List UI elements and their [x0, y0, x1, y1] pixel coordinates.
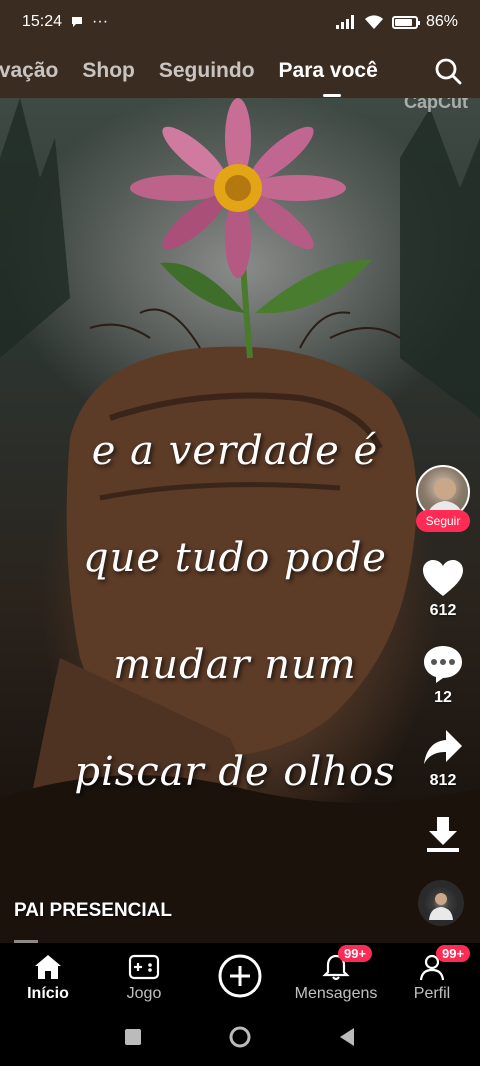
home-circle-icon[interactable] [228, 1025, 252, 1049]
video-player[interactable]: CapCut e a verdade é que tudo pode mudar… [0, 98, 480, 943]
wifi-icon [364, 15, 383, 29]
home-icon [35, 955, 61, 979]
comment-button[interactable]: 12 [418, 643, 468, 707]
capcut-watermark: CapCut [404, 98, 468, 112]
caption-line-3: mudar num [113, 642, 357, 688]
tab-shop[interactable]: Shop [82, 59, 135, 83]
nav-messages-label: Mensagens [294, 985, 378, 1002]
gamepad-icon [128, 954, 160, 980]
system-nav-bar [0, 1008, 480, 1066]
comment-icon [424, 646, 462, 683]
status-time: 15:24 [22, 13, 63, 30]
create-plus-icon [218, 954, 262, 998]
nav-profile-label: Perfil [413, 985, 451, 1002]
profile-badge: 99+ [436, 945, 471, 962]
bottom-nav: Início Jogo 99+ Mensagens 99+ Perfil [0, 943, 480, 1008]
like-count: 612 [429, 602, 457, 619]
chat-bubble-icon [72, 17, 83, 27]
nav-home-label: Início [27, 985, 69, 1002]
video-artwork [0, 98, 480, 943]
notification-dots: ··· [92, 13, 109, 30]
status-bar: 15:24 ··· 86% [0, 0, 480, 44]
nav-games[interactable]: Jogo [96, 943, 192, 1008]
author-name[interactable]: PAI PRESENCIAL [14, 900, 172, 922]
nav-create[interactable] [192, 943, 288, 1008]
like-button[interactable]: 612 [418, 558, 468, 620]
share-count: 812 [429, 772, 457, 789]
tab-ativacao[interactable]: tivação [0, 59, 58, 83]
nav-messages[interactable]: 99+ Mensagens [288, 943, 384, 1008]
nav-games-label: Jogo [126, 985, 162, 1002]
top-nav: tivação Shop Seguindo Para você [0, 44, 480, 98]
back-triangle-icon[interactable] [338, 1027, 356, 1047]
download-icon [427, 817, 459, 852]
share-arrow-icon [424, 730, 462, 764]
music-disc-avatar [429, 893, 453, 920]
nav-profile[interactable]: 99+ Perfil [384, 943, 480, 1008]
recents-square-icon[interactable] [124, 1028, 142, 1046]
signal-icon [335, 15, 354, 29]
heart-icon [423, 560, 463, 596]
battery-icon [391, 15, 420, 29]
caption-line-1: e a verdade é [91, 428, 379, 474]
download-button[interactable] [418, 815, 468, 859]
nav-home[interactable]: Início [0, 943, 96, 1008]
tab-seguindo[interactable]: Seguindo [159, 59, 255, 83]
caption-line-4: piscar de olhos [74, 749, 396, 795]
battery-percent: 86% [425, 13, 458, 30]
music-disc[interactable] [418, 880, 464, 926]
follow-button[interactable]: Seguir [416, 510, 470, 532]
tab-para-voce-label: Para você [278, 59, 378, 82]
active-tab-indicator [322, 94, 341, 97]
comment-count: 12 [434, 689, 452, 706]
tab-para-voce[interactable]: Para você [278, 59, 378, 97]
share-button[interactable]: 812 [418, 728, 468, 790]
messages-badge: 99+ [338, 945, 373, 962]
caption-line-2: que tudo pode [83, 535, 387, 581]
search-icon[interactable] [434, 57, 462, 85]
